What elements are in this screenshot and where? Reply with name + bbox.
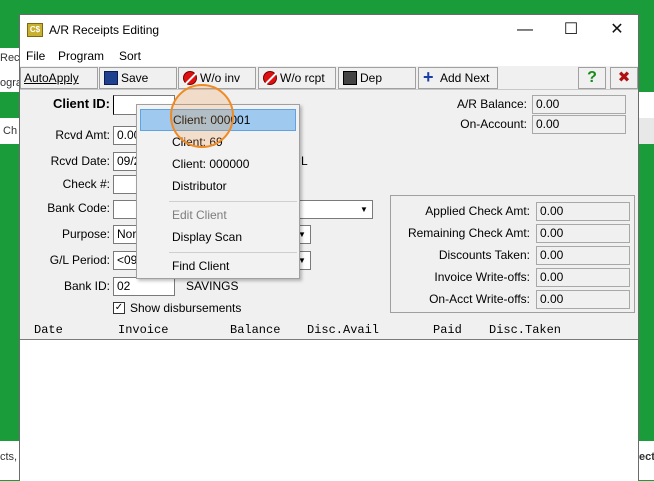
popup-separator	[169, 252, 297, 253]
grid-header: Date Invoice Balance Disc.Avail Paid Dis…	[20, 322, 638, 339]
column-disc-avail[interactable]: Disc.Avail	[307, 323, 379, 337]
purpose-label: Purpose:	[61, 227, 110, 241]
background-app-text: ect	[639, 451, 654, 463]
chevron-down-icon: ▼	[360, 205, 368, 214]
autoapply-label: AutoApply	[24, 71, 79, 85]
close-x-icon: ✖	[617, 69, 631, 86]
discounts-taken-label: Discounts Taken:	[438, 248, 530, 262]
popup-item-client-000000[interactable]: Client: 000000	[140, 153, 296, 175]
rcvd-date-suffix: L	[301, 154, 308, 168]
menu-sort[interactable]: Sort	[119, 49, 141, 63]
on-account-label: On-Account:	[460, 117, 527, 131]
menu-bar: File Program Sort	[20, 46, 638, 66]
help-button[interactable]: ?	[578, 67, 606, 89]
save-button[interactable]: Save	[99, 67, 177, 89]
client-id-label: Client ID:	[52, 96, 110, 111]
rcvd-date-label: Rcvd Date:	[50, 154, 110, 168]
background-app-strip	[639, 118, 654, 144]
gl-period-label: G/L Period:	[49, 253, 110, 267]
popup-item-find-client[interactable]: Find Client	[140, 255, 296, 277]
bank-id-input[interactable]: 02	[113, 277, 175, 296]
column-paid[interactable]: Paid	[433, 323, 462, 337]
menu-program[interactable]: Program	[58, 49, 104, 63]
app-icon: C$	[27, 23, 43, 37]
background-app-strip	[639, 92, 654, 118]
ar-receipts-window: C$ A/R Receipts Editing — ☐ ✕ File Progr…	[19, 14, 639, 481]
receipts-grid[interactable]	[20, 339, 638, 481]
column-invoice[interactable]: Invoice	[118, 323, 168, 337]
ar-balance-value: 0.00	[532, 95, 626, 114]
popup-item-client-69[interactable]: Client: 69	[140, 131, 296, 153]
popup-item-edit-client: Edit Client	[172, 208, 227, 222]
minimize-button[interactable]: —	[502, 15, 548, 45]
menu-file[interactable]: File	[26, 49, 45, 63]
bank-id-label: Bank ID:	[63, 279, 110, 293]
plus-icon: +	[423, 67, 434, 87]
maximize-button[interactable]: ☐	[548, 15, 594, 45]
invoice-write-offs-label: Invoice Write-offs:	[434, 270, 530, 284]
on-acct-write-offs-value: 0.00	[536, 290, 630, 309]
add-next-label: Add Next	[440, 71, 490, 85]
background-app-text: Ch	[3, 125, 18, 137]
popup-item-distributor[interactable]: Distributor	[140, 175, 296, 197]
column-balance[interactable]: Balance	[230, 323, 280, 337]
show-disbursements-label: Show disbursements	[130, 301, 242, 315]
dep-label: Dep	[360, 71, 383, 85]
popup-item-display-scan[interactable]: Display Scan	[140, 226, 296, 248]
client-lookup-popup: Client: 000001 Client: 69 Client: 000000…	[136, 104, 300, 279]
applied-check-amt-label: Applied Check Amt:	[425, 204, 530, 218]
rcvd-amt-label: Rcvd Amt:	[55, 128, 110, 142]
remaining-check-amt-value: 0.00	[536, 224, 630, 243]
ar-balance-label: A/R Balance:	[456, 97, 527, 111]
close-form-button[interactable]: ✖	[610, 67, 638, 89]
write-off-receipt-button[interactable]: W/o rcpt	[258, 67, 336, 89]
close-window-button[interactable]: ✕	[594, 15, 640, 45]
window-title: A/R Receipts Editing	[49, 23, 160, 37]
check-summary-group: Applied Check Amt: 0.00 Remaining Check …	[390, 195, 635, 313]
background-app-text: Rec	[0, 52, 20, 64]
column-date[interactable]: Date	[34, 323, 63, 337]
save-label: Save	[121, 71, 149, 85]
floppy-disk-icon	[104, 71, 118, 85]
no-entry-icon	[183, 71, 197, 85]
purpose-value: Nor	[117, 227, 137, 241]
discounts-taken-value: 0.00	[536, 246, 630, 265]
remaining-check-amt-label: Remaining Check Amt:	[407, 226, 530, 240]
check-number-label: Check #:	[62, 177, 110, 191]
wo-inv-label: W/o inv	[200, 71, 241, 85]
add-next-button[interactable]: + Add Next	[418, 67, 498, 89]
deposit-button[interactable]: Dep	[338, 67, 416, 89]
popup-item-client-000001[interactable]: Client: 000001	[140, 109, 296, 131]
gl-period-value: <09	[117, 253, 138, 267]
applied-check-amt-value: 0.00	[536, 202, 630, 221]
toolbar: AutoApply Save W/o inv W/o rcpt Dep + Ad…	[20, 66, 638, 90]
invoice-write-offs-value: 0.00	[536, 268, 630, 287]
on-account-value: 0.00	[532, 115, 626, 134]
write-off-invoice-button[interactable]: W/o inv	[178, 67, 256, 89]
autoapply-button[interactable]: AutoApply	[20, 67, 98, 89]
bank-code-label: Bank Code:	[47, 201, 110, 215]
popup-separator	[169, 201, 297, 202]
title-bar[interactable]: C$ A/R Receipts Editing — ☐ ✕	[20, 15, 638, 46]
wo-rcpt-label: W/o rcpt	[280, 71, 325, 85]
column-disc-taken[interactable]: Disc.Taken	[489, 323, 561, 337]
calculator-icon	[343, 71, 357, 85]
help-icon: ?	[587, 69, 597, 86]
show-disbursements-checkbox[interactable]: ✓	[113, 302, 125, 314]
on-acct-write-offs-label: On-Acct Write-offs:	[429, 292, 530, 306]
bank-id-name: SAVINGS	[186, 279, 239, 293]
no-entry-icon	[263, 71, 277, 85]
